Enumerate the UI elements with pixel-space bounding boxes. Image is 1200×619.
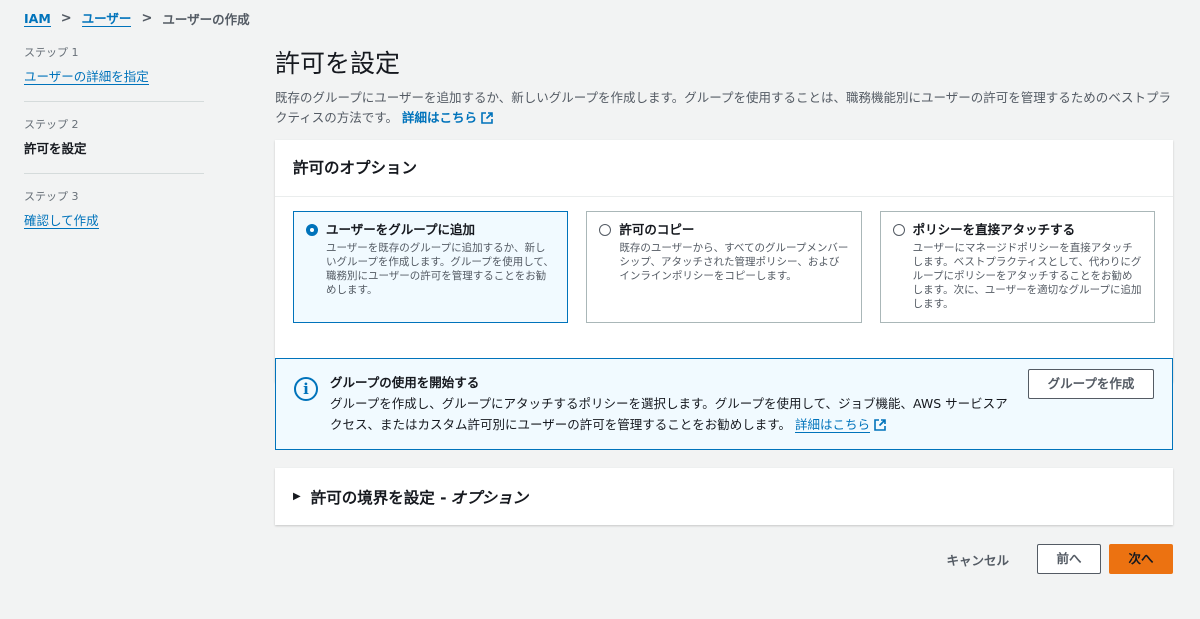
permission-options-panel: 許可のオプション ユーザーをグループに追加 ユーザーを既存のグループに追加するか… bbox=[275, 140, 1173, 382]
option-description: ユーザーにマネージドポリシーを直接アタッチします。ベストプラクティスとして、代わ… bbox=[912, 242, 1142, 310]
main-content: 許可を設定 既存のグループにユーザーを追加するか、新しいグループを作成します。グ… bbox=[275, 40, 1173, 525]
info-alert: i グループの使用を開始する グループを作成し、グループにアタッチするポリシーを… bbox=[275, 358, 1173, 450]
step-2: ステップ 2 許可を設定 bbox=[24, 116, 204, 174]
step-1: ステップ 1 ユーザーの詳細を指定 bbox=[24, 44, 204, 102]
info-icon: i bbox=[294, 377, 318, 401]
option-description: 既存のユーザーから、すべてのグループメンバーシップ、アタッチされた管理ポリシー、… bbox=[619, 242, 849, 282]
step-current-set-permissions: 許可を設定 bbox=[24, 141, 87, 156]
info-learn-more-link[interactable]: 詳細はこちら bbox=[795, 417, 871, 433]
chevron-right-icon: > bbox=[60, 11, 72, 26]
info-description: グループを作成し、グループにアタッチするポリシーを選択します。グループを使用して… bbox=[330, 393, 1010, 435]
radio-selected-icon[interactable] bbox=[306, 224, 318, 236]
info-title: グループの使用を開始する bbox=[330, 375, 480, 390]
previous-button[interactable]: 前へ bbox=[1037, 544, 1101, 574]
radio-icon[interactable] bbox=[599, 224, 612, 236]
learn-more-label: 詳細はこちら bbox=[402, 110, 478, 125]
breadcrumb-current: ユーザーの作成 bbox=[162, 12, 250, 27]
radio-icon[interactable] bbox=[892, 224, 905, 236]
step-link-specify-details[interactable]: ユーザーの詳細を指定 bbox=[24, 69, 149, 85]
option-title: 許可のコピー bbox=[619, 222, 695, 237]
wizard-steps: ステップ 1 ユーザーの詳細を指定 ステップ 2 許可を設定 ステップ 3 確認… bbox=[24, 44, 204, 259]
step-3: ステップ 3 確認して作成 bbox=[24, 188, 204, 245]
boundary-title: 許可の境界を設定 - bbox=[310, 488, 447, 507]
info-body: グループの使用を開始する グループを作成し、グループにアタッチするポリシーを選択… bbox=[330, 375, 1010, 433]
breadcrumb-iam[interactable]: IAM bbox=[24, 11, 51, 27]
create-group-button[interactable]: グループを作成 bbox=[1028, 369, 1154, 399]
option-title: ポリシーを直接アタッチする bbox=[912, 222, 1076, 237]
learn-more-link[interactable]: 詳細はこちら bbox=[402, 110, 493, 125]
step-number: ステップ 2 bbox=[24, 118, 79, 131]
step-link-review-create[interactable]: 確認して作成 bbox=[24, 213, 99, 229]
info-description-text: グループを作成し、グループにアタッチするポリシーを選択します。グループを使用して… bbox=[330, 396, 1008, 432]
page-title: 許可を設定 bbox=[275, 49, 401, 78]
panel-title: 許可のオプション bbox=[275, 140, 1173, 197]
breadcrumb-users[interactable]: ユーザー bbox=[81, 11, 132, 27]
option-attach-policies[interactable]: ポリシーを直接アタッチする ユーザーにマネージドポリシーを直接アタッチします。ベ… bbox=[879, 211, 1155, 323]
cancel-button[interactable]: キャンセル bbox=[946, 550, 1009, 569]
option-copy-permissions[interactable]: 許可のコピー 既存のユーザーから、すべてのグループメンバーシップ、アタッチされた… bbox=[586, 211, 862, 323]
wizard-footer: キャンセル 前へ 次へ bbox=[946, 544, 1173, 574]
caret-right-icon: ▶ bbox=[293, 491, 301, 502]
option-text: 許可のコピー 既存のユーザーから、すべてのグループメンバーシップ、アタッチされた… bbox=[619, 222, 848, 312]
step-number: ステップ 3 bbox=[24, 190, 79, 203]
external-link-icon bbox=[481, 112, 493, 124]
permissions-boundary-expander[interactable]: ▶ 許可の境界を設定 - オプション bbox=[275, 468, 1173, 525]
page-description: 既存のグループにユーザーを追加するか、新しいグループを作成します。グループを使用… bbox=[275, 88, 1173, 128]
step-number: ステップ 1 bbox=[24, 46, 79, 59]
option-text: ユーザーをグループに追加 ユーザーを既存のグループに追加するか、新しいグループを… bbox=[326, 222, 555, 312]
option-description: ユーザーを既存のグループに追加するか、新しいグループを作成します。グループを使用… bbox=[326, 242, 554, 296]
next-button[interactable]: 次へ bbox=[1109, 544, 1173, 574]
option-title: ユーザーをグループに追加 bbox=[326, 222, 476, 237]
external-link-icon bbox=[874, 419, 886, 431]
chevron-right-icon: > bbox=[141, 11, 153, 26]
option-text: ポリシーを直接アタッチする ユーザーにマネージドポリシーを直接アタッチします。ベ… bbox=[913, 222, 1142, 312]
permission-options-group: ユーザーをグループに追加 ユーザーを既存のグループに追加するか、新しいグループを… bbox=[275, 197, 1173, 337]
option-add-to-group[interactable]: ユーザーをグループに追加 ユーザーを既存のグループに追加するか、新しいグループを… bbox=[293, 211, 569, 323]
boundary-title-optional: オプション bbox=[450, 488, 529, 507]
learn-more-label: 詳細はこちら bbox=[795, 417, 871, 432]
breadcrumb: IAM > ユーザー > ユーザーの作成 bbox=[24, 9, 250, 28]
